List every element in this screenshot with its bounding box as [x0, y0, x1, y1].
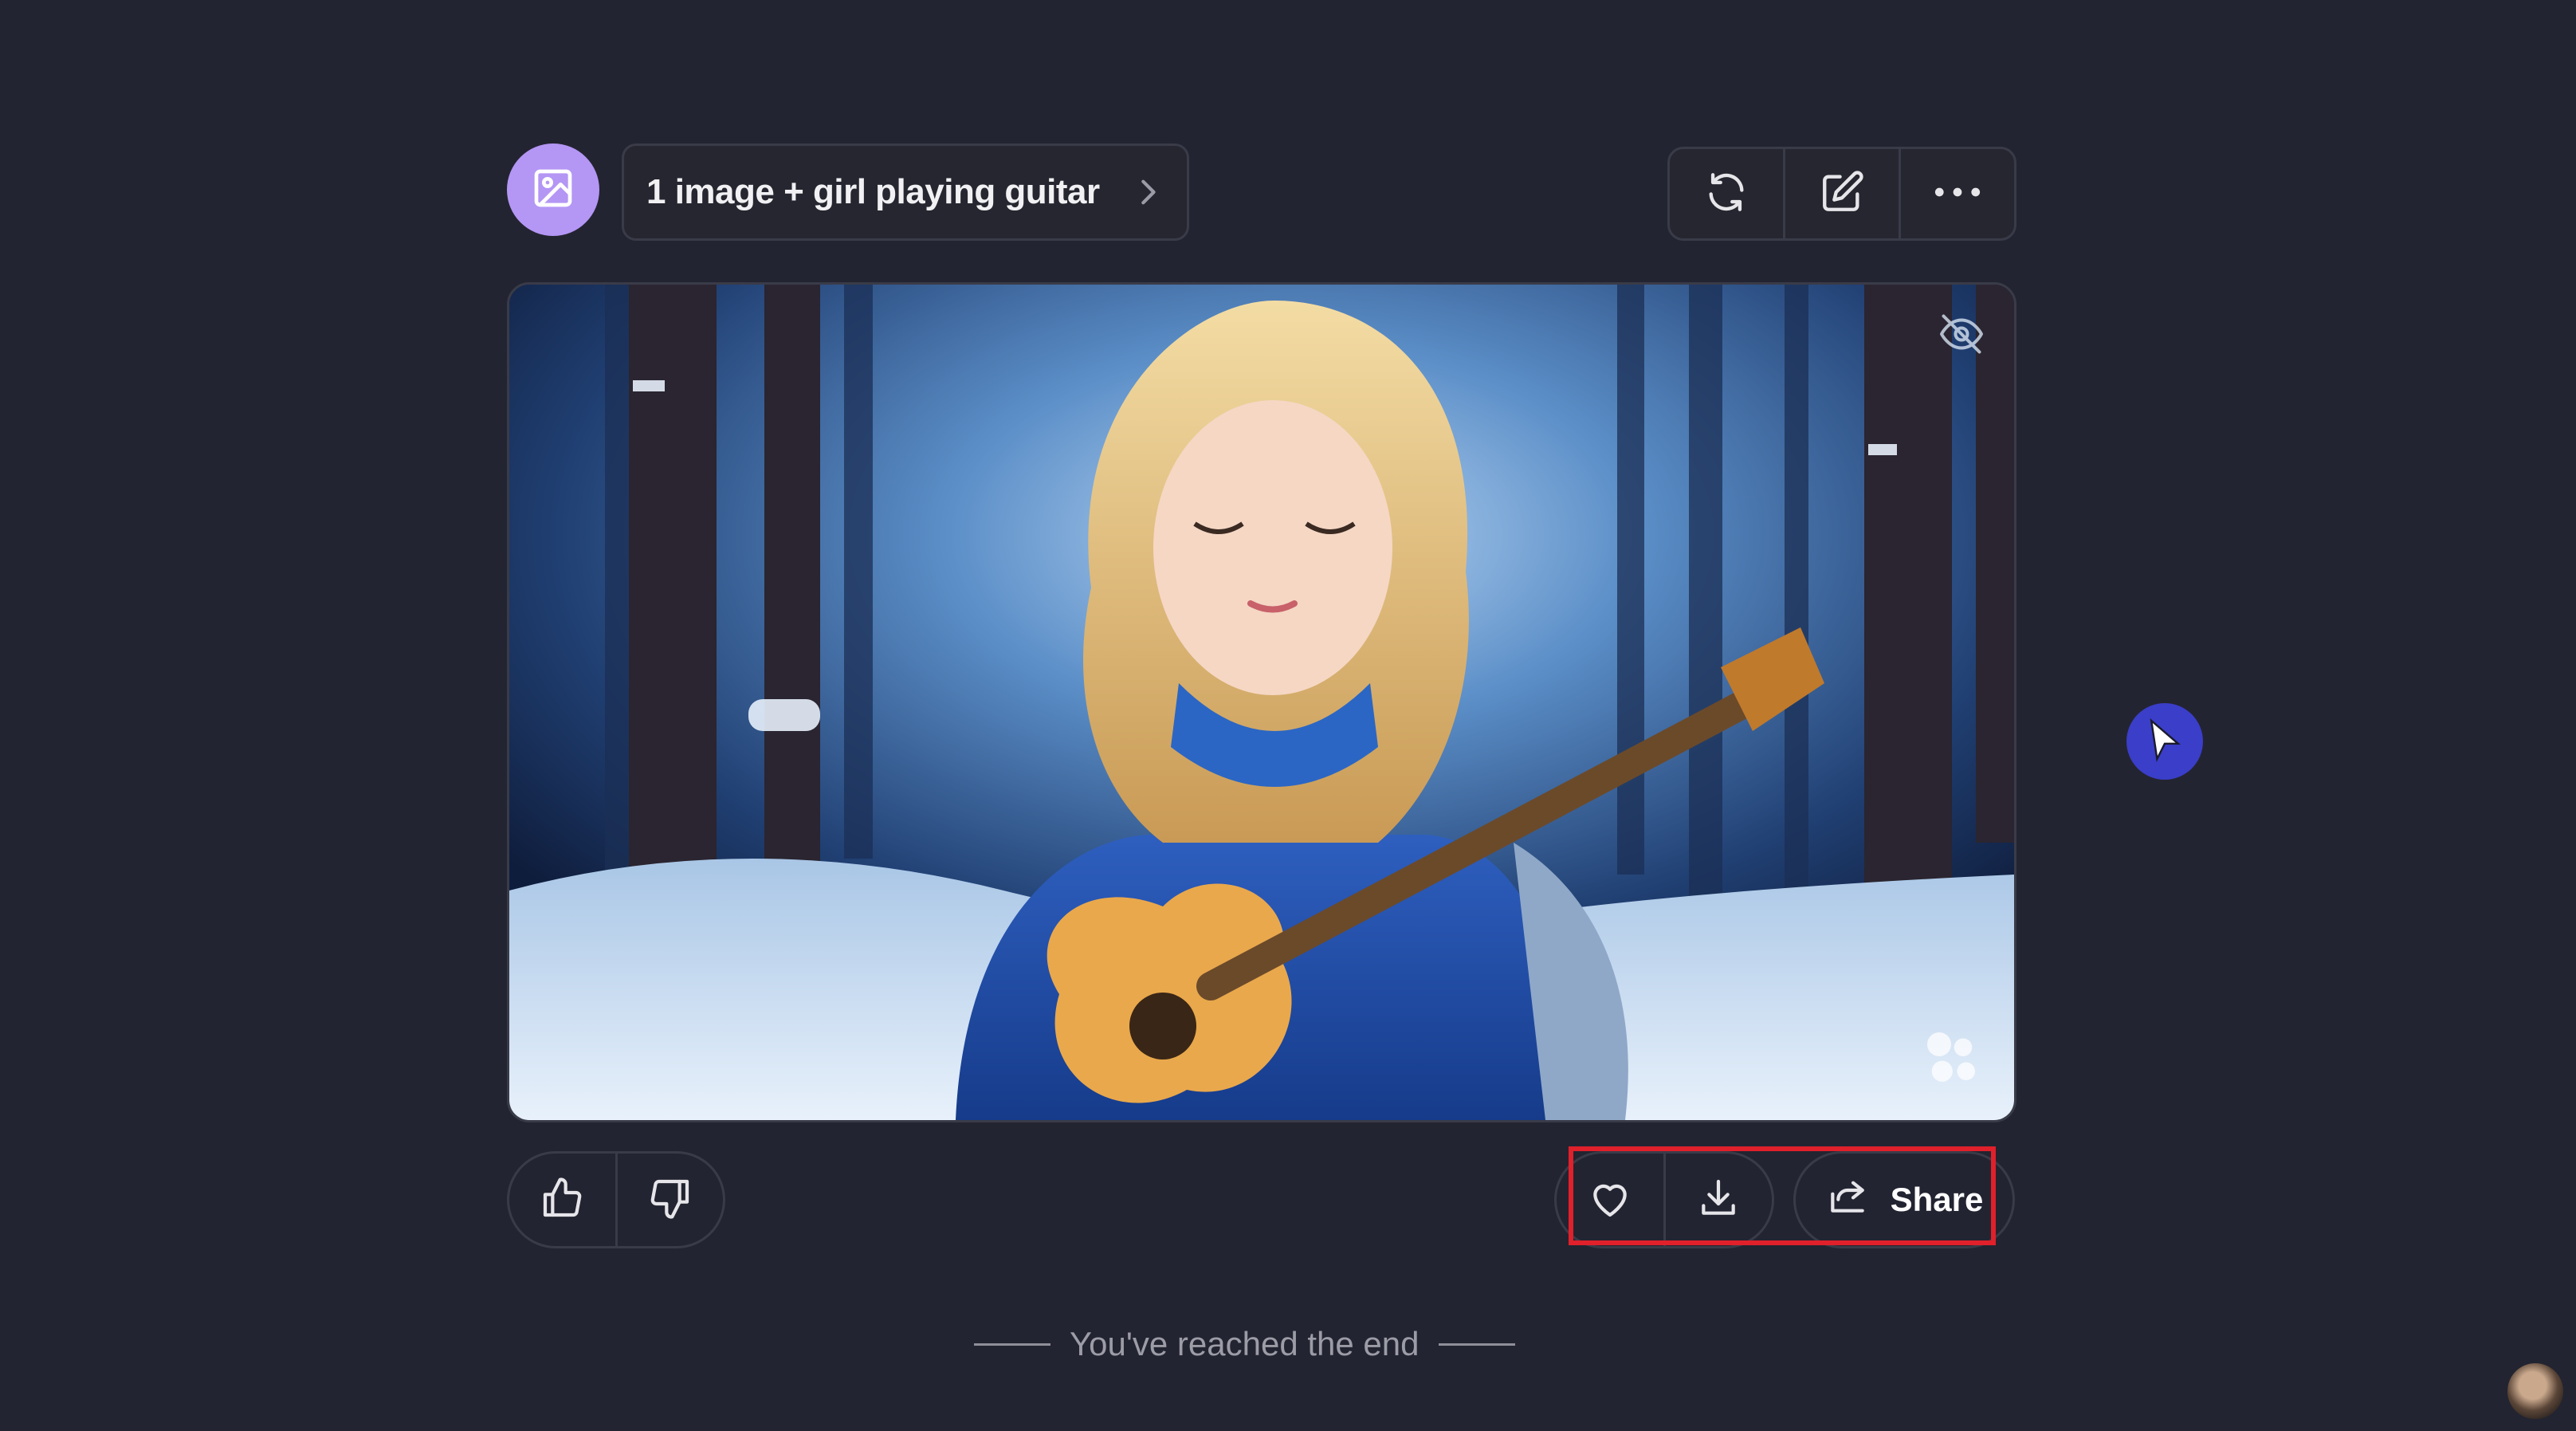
dislike-button[interactable] [615, 1154, 724, 1246]
divider-right [1438, 1343, 1515, 1346]
logo-icon [1915, 1020, 1987, 1096]
more-icon [1933, 184, 1982, 204]
more-button[interactable] [1899, 149, 2014, 238]
prompt-label: 1 image + girl playing guitar [646, 172, 1100, 211]
favorite-button[interactable] [1557, 1154, 1663, 1246]
mouse-cursor [2126, 703, 2203, 780]
thumbs-down-icon [648, 1176, 693, 1225]
heart-icon [1588, 1176, 1632, 1225]
eye-off-icon[interactable] [1938, 310, 1985, 362]
image-actions: Share [1554, 1151, 2016, 1248]
thumbs-up-icon [540, 1176, 584, 1225]
save-group [1554, 1151, 1774, 1248]
like-button[interactable] [509, 1154, 615, 1246]
share-icon [1825, 1173, 1870, 1226]
edit-icon [1819, 169, 1865, 219]
cursor-icon [2146, 717, 2184, 767]
generated-image[interactable] [507, 282, 2016, 1122]
page: 1 image + girl playing guitar Share You'… [0, 0, 2576, 1431]
feedback-group [507, 1151, 725, 1248]
share-label: Share [1890, 1181, 1984, 1218]
chevron-right-icon [1136, 177, 1160, 207]
download-button[interactable] [1663, 1154, 1773, 1246]
presenter-avatar [2507, 1363, 2563, 1419]
image-toolbar [1667, 147, 2016, 241]
refresh-icon [1703, 169, 1749, 219]
girl-playing-guitar-image [509, 285, 2014, 1120]
edit-button[interactable] [1783, 149, 1899, 238]
image-icon [531, 166, 575, 214]
end-of-feed: You've reached the end [974, 1320, 1551, 1368]
prompt-pill[interactable]: 1 image + girl playing guitar [622, 143, 1189, 241]
download-icon [1696, 1176, 1741, 1225]
image-avatar [507, 143, 599, 236]
end-text: You've reached the end [1070, 1325, 1420, 1362]
divider-left [974, 1343, 1050, 1346]
regenerate-button[interactable] [1670, 149, 1783, 238]
share-button[interactable]: Share [1793, 1151, 2015, 1248]
